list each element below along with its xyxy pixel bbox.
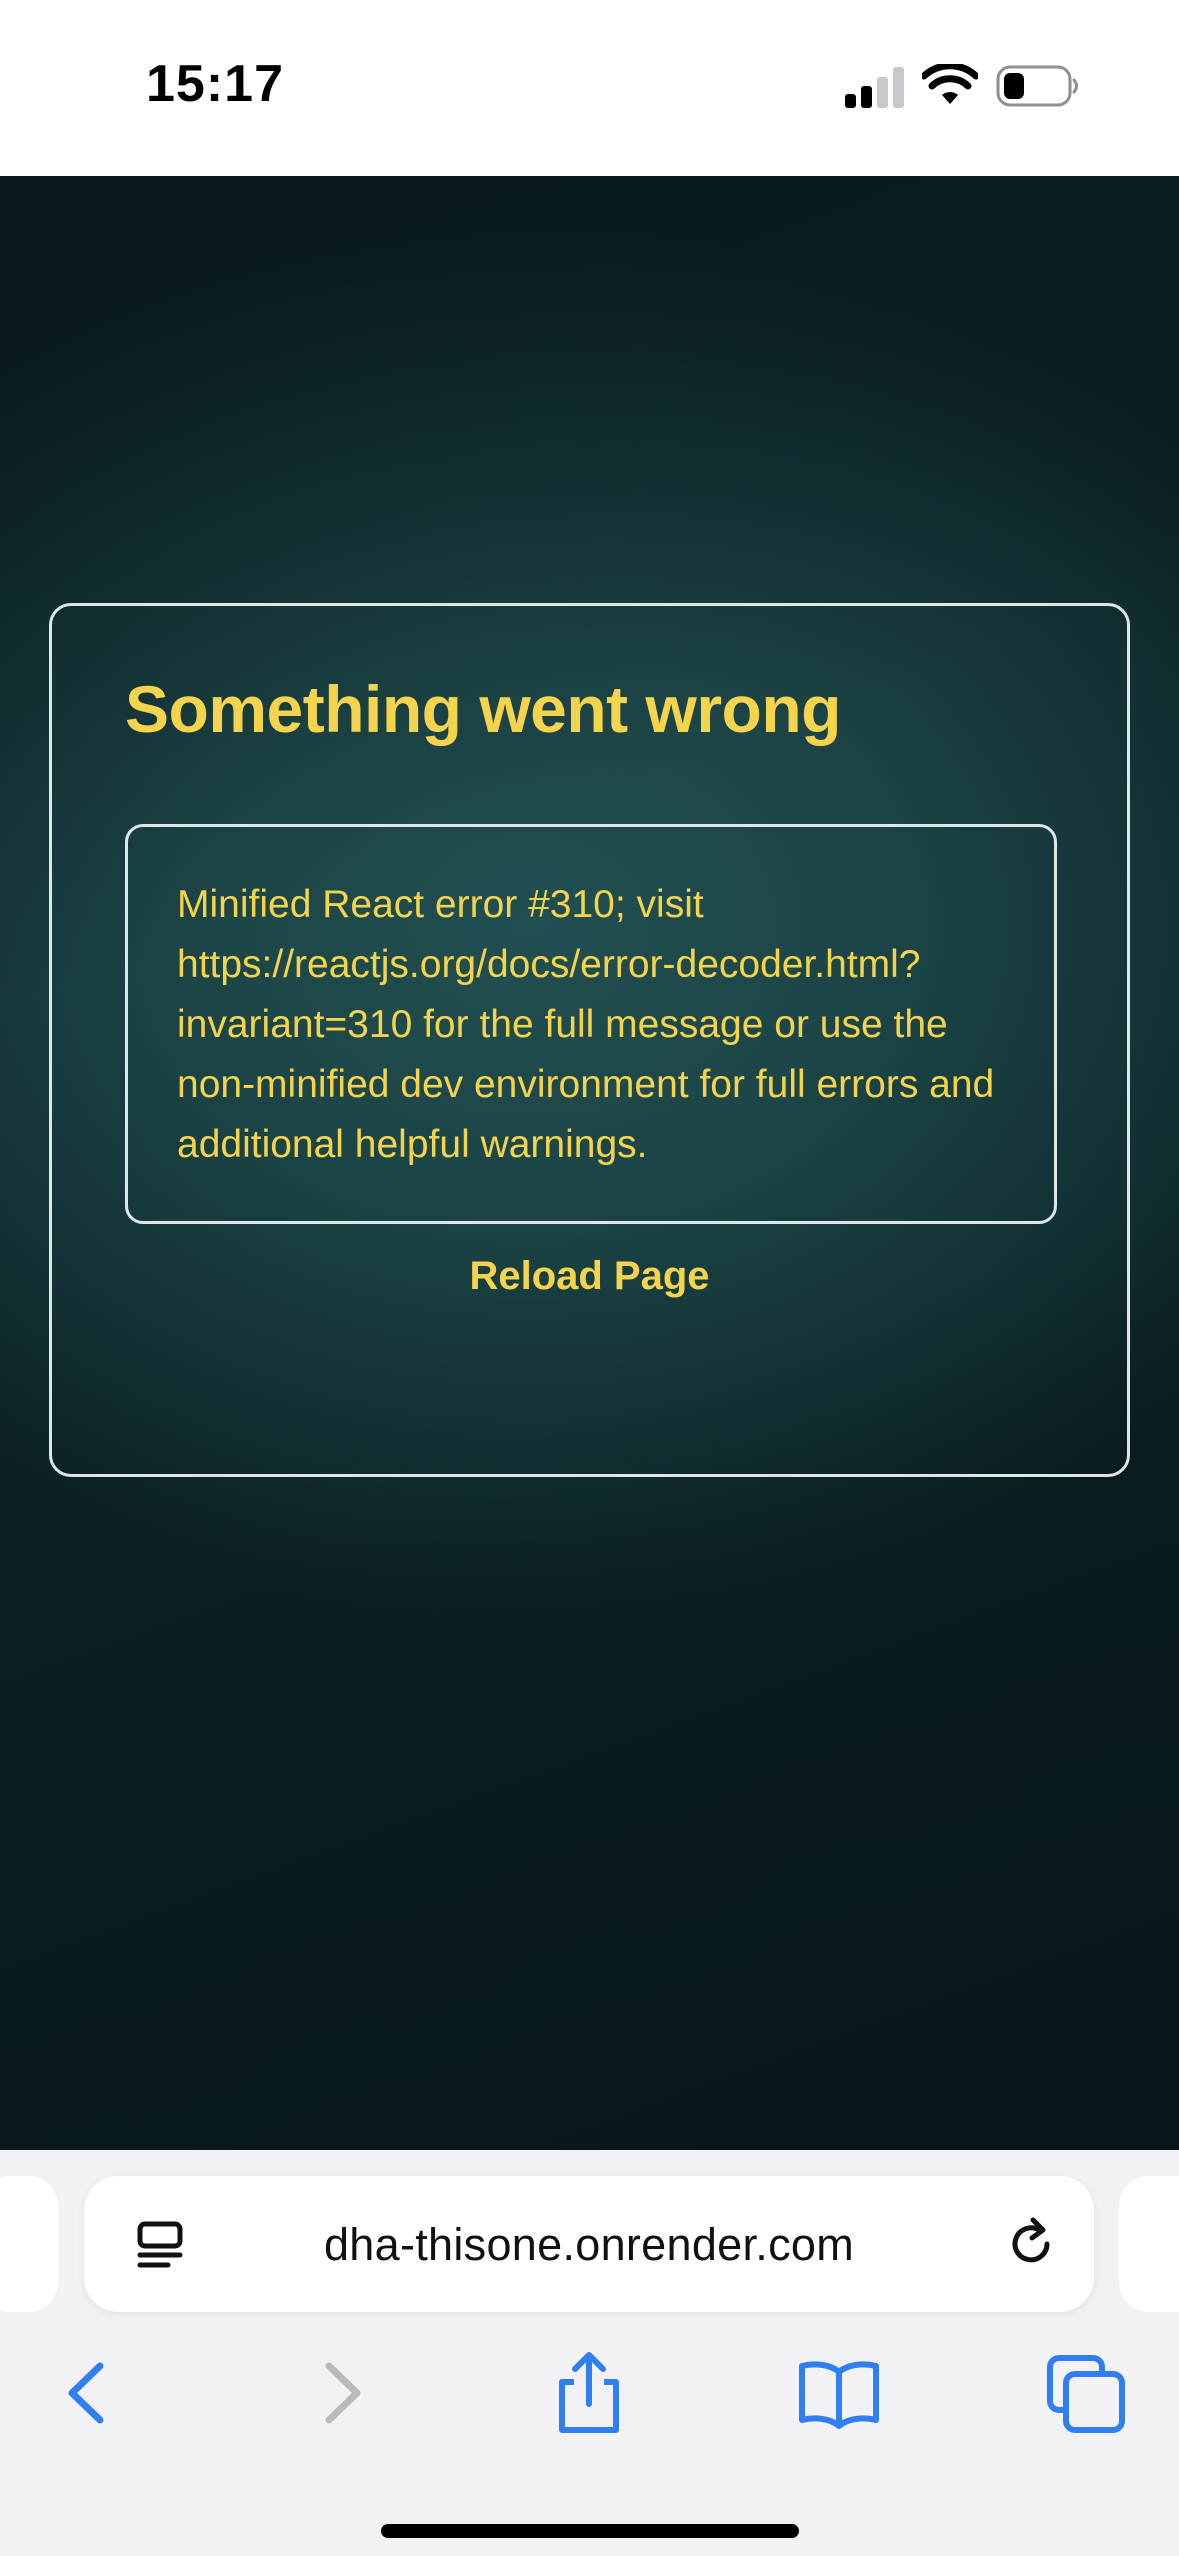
status-bar: 15:17 bbox=[0, 0, 1179, 176]
status-time: 15:17 bbox=[146, 55, 284, 113]
web-content: Something went wrong Minified React erro… bbox=[0, 176, 1179, 2150]
error-message: Minified React error #310; visit https:/… bbox=[177, 883, 995, 1166]
refresh-icon[interactable] bbox=[1003, 2214, 1063, 2274]
battery-icon bbox=[996, 65, 1078, 107]
home-indicator bbox=[381, 2524, 799, 2538]
error-card: Something went wrong Minified React erro… bbox=[49, 603, 1130, 1477]
error-message-box: Minified React error #310; visit https:/… bbox=[125, 824, 1057, 1224]
next-tab-preview[interactable] bbox=[1119, 2176, 1179, 2312]
safari-toolbar bbox=[0, 2330, 1179, 2556]
error-title: Something went wrong bbox=[125, 672, 841, 746]
address-bar[interactable]: dha-thisone.onrender.com bbox=[84, 2176, 1094, 2312]
share-icon[interactable] bbox=[544, 2348, 634, 2438]
url-text: dha-thisone.onrender.com bbox=[323, 2219, 855, 2270]
bookmarks-icon[interactable] bbox=[794, 2348, 884, 2438]
wifi-icon bbox=[922, 64, 978, 104]
cellular-signal-icon bbox=[845, 67, 904, 108]
tabs-icon[interactable] bbox=[1042, 2348, 1132, 2438]
back-icon[interactable] bbox=[42, 2348, 132, 2438]
previous-tab-preview[interactable] bbox=[0, 2176, 58, 2312]
safari-address-strip: dha-thisone.onrender.com bbox=[0, 2150, 1179, 2330]
reload-page-button[interactable]: Reload Page bbox=[52, 1254, 1127, 1299]
forward-icon[interactable] bbox=[297, 2348, 387, 2438]
